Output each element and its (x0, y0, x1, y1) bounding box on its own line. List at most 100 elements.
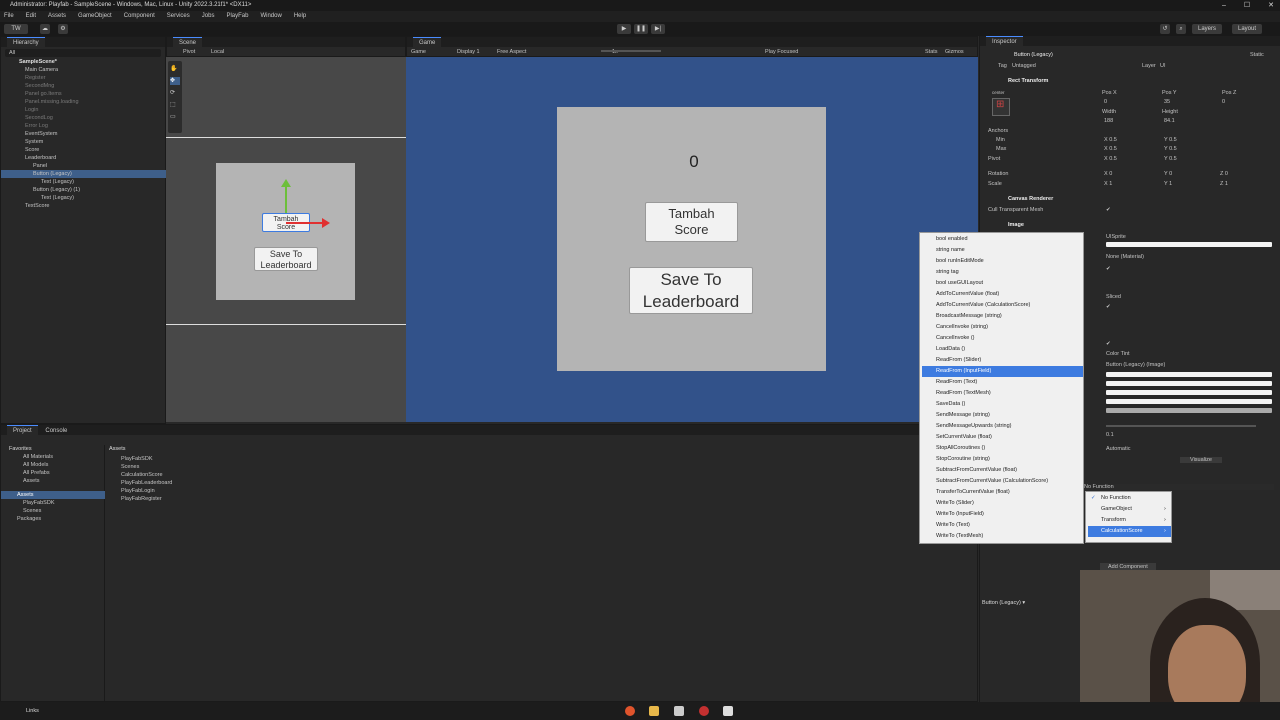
recorder-icon[interactable] (699, 706, 709, 716)
rotation-z[interactable]: Z 0 (1220, 171, 1228, 177)
hierarchy-item[interactable]: Button (Legacy) (1) (33, 186, 80, 194)
hierarchy-item[interactable]: Panel (33, 162, 47, 170)
account-button[interactable]: TW (4, 24, 28, 34)
scale-y[interactable]: Y 1 (1164, 181, 1172, 187)
context-menu-item[interactable]: TransferToCurrentValue (float) (936, 487, 1010, 498)
material-field[interactable]: None (Material) (1106, 254, 1144, 260)
submenu-item[interactable]: GameObject (1101, 504, 1132, 515)
layer-dropdown[interactable]: UI (1160, 63, 1166, 69)
hierarchy-item[interactable]: Login (25, 106, 38, 114)
fav-assets[interactable]: Assets (23, 477, 40, 485)
posx-field[interactable]: 0 (1104, 99, 1107, 105)
highlighted-color[interactable] (1106, 381, 1272, 386)
pivot-x[interactable]: X 0.5 (1104, 156, 1117, 162)
scale-x[interactable]: X 1 (1104, 181, 1112, 187)
context-menu-item[interactable]: SetCurrentValue (float) (936, 432, 992, 443)
anchor-max-y[interactable]: Y 0.5 (1164, 146, 1177, 152)
menu-services[interactable]: Services (167, 11, 190, 22)
interactable-checkbox[interactable]: ✔ (1106, 341, 1111, 347)
save-leaderboard-button[interactable]: Save To Leaderboard (629, 267, 753, 314)
menu-assets[interactable]: Assets (48, 11, 66, 22)
move-gizmo-y[interactable] (285, 185, 287, 213)
context-menu-item[interactable]: ReadFrom (TextMesh) (936, 388, 991, 399)
anchor-preset-button[interactable]: ⊞ (992, 98, 1010, 116)
menu-component[interactable]: Component (124, 11, 155, 22)
width-field[interactable]: 188 (1104, 118, 1113, 124)
target-graphic-field[interactable]: Button (Legacy) (Image) (1106, 362, 1165, 368)
hierarchy-item[interactable]: SecondLog (25, 114, 53, 122)
gizmos-button[interactable]: Gizmos (945, 48, 964, 56)
context-menu-item[interactable]: WriteTo (InputField) (936, 509, 984, 520)
context-menu-item[interactable]: ReadFrom (InputField) (936, 366, 991, 377)
anchor-min-y[interactable]: Y 0.5 (1164, 137, 1177, 143)
height-field[interactable]: 84.1 (1164, 118, 1175, 124)
rotate-tool-icon[interactable]: ⟳ (170, 89, 180, 97)
submenu-item[interactable]: CalculationScore (1101, 526, 1143, 537)
folder-icon[interactable] (649, 706, 659, 716)
context-menu-item[interactable]: SubtractFromCurrentValue (CalculationSco… (936, 476, 1048, 487)
scene-save-button[interactable]: Save To Leaderboard (254, 247, 318, 271)
raycast-checkbox[interactable]: ✔ (1106, 266, 1111, 272)
tree-scenes[interactable]: Scenes (23, 507, 41, 515)
move-gizmo-x[interactable] (286, 222, 324, 224)
context-menu-item[interactable]: CancelInvoke () (936, 333, 975, 344)
context-menu-item[interactable]: StopCoroutine (string) (936, 454, 990, 465)
layers-dropdown[interactable]: Layers (1192, 24, 1222, 34)
context-menu-item[interactable]: SendMessageUpwards (string) (936, 421, 1012, 432)
scene-view[interactable]: ✋ ✥ ⟳ ⬚ ▭ Tambah Score Save To Leaderboa… (166, 57, 406, 422)
context-menu-item[interactable]: WriteTo (Text) (936, 520, 970, 531)
stats-button[interactable]: Stats (925, 48, 938, 56)
context-menu-item[interactable]: bool runInEditMode (936, 256, 984, 267)
pressed-color[interactable] (1106, 390, 1272, 395)
menu-playfab[interactable]: PlayFab (226, 11, 248, 22)
scale-z[interactable]: Z 1 (1220, 181, 1228, 187)
context-menu-item[interactable]: AddToCurrentValue (CalculationScore) (936, 300, 1030, 311)
unity-icon[interactable] (674, 706, 684, 716)
tree-playfabsdk[interactable]: PlayFabSDK (23, 499, 55, 507)
asset-file-item[interactable]: PlayFabLeaderboard (121, 479, 172, 487)
tab-game[interactable]: Game (413, 37, 442, 48)
tab-scene[interactable]: Scene (173, 37, 203, 48)
game-mode-dropdown[interactable]: Game (411, 48, 426, 56)
anchors-label[interactable]: Anchors (988, 128, 1008, 134)
tab-inspector[interactable]: Inspector (986, 36, 1023, 47)
tag-dropdown[interactable]: Untagged (1012, 63, 1036, 69)
context-menu-item[interactable]: WriteTo (Slider) (936, 498, 974, 509)
local-dropdown[interactable]: Local (211, 48, 224, 56)
hand-tool-icon[interactable]: ✋ (170, 65, 180, 73)
rotation-y[interactable]: Y 0 (1164, 171, 1172, 177)
function-dropdown[interactable]: No Function (1084, 484, 1274, 490)
play-focused-dropdown[interactable]: Play Focused (765, 48, 798, 56)
context-menu-item[interactable]: ReadFrom (Text) (936, 377, 977, 388)
tambah-score-button[interactable]: Tambah Score (645, 202, 738, 242)
context-menu-item[interactable]: string name (936, 245, 965, 256)
scale-slider[interactable] (601, 50, 661, 52)
close-icon[interactable]: ✕ (1268, 0, 1274, 11)
fav-all-materials[interactable]: All Materials (23, 453, 53, 461)
context-menu-item[interactable]: StopAllCoroutines () (936, 443, 985, 454)
step-button[interactable]: ▶| (651, 24, 665, 34)
hierarchy-item[interactable]: Register (25, 74, 45, 82)
pivot-dropdown[interactable]: Pivot (183, 48, 195, 56)
maximize-icon[interactable]: ☐ (1244, 0, 1250, 11)
fade-duration-field[interactable]: 0.1 (1106, 432, 1114, 438)
search-icon[interactable]: ⌕ (1176, 24, 1186, 34)
unity-editor-icon[interactable] (723, 706, 733, 716)
submenu-item[interactable]: Transform (1101, 515, 1126, 526)
context-menu-item[interactable]: bool enabled (936, 234, 968, 245)
hierarchy-item[interactable]: Text (Legacy) (41, 178, 74, 186)
color-multiplier-slider[interactable] (1106, 425, 1256, 427)
aspect-dropdown[interactable]: Free Aspect (497, 48, 526, 56)
favorites-label[interactable]: Favorites (9, 445, 32, 453)
hierarchy-item[interactable]: EventSystem (25, 130, 57, 138)
context-menu-item[interactable]: SubtractFromCurrentValue (float) (936, 465, 1017, 476)
selected-color[interactable] (1106, 399, 1272, 404)
display-dropdown[interactable]: Display 1 (457, 48, 480, 56)
posy-field[interactable]: 35 (1164, 99, 1170, 105)
source-image-field[interactable]: UISprite (1106, 234, 1126, 240)
context-menu-item[interactable]: WriteTo (TextMesh) (936, 531, 983, 542)
scene-root[interactable]: SampleScene* (19, 58, 57, 66)
pivot-y[interactable]: Y 0.5 (1164, 156, 1177, 162)
asset-file-item[interactable]: PlayFabLogin (121, 487, 155, 495)
rect-transform-header[interactable]: Rect Transform (1008, 78, 1048, 84)
